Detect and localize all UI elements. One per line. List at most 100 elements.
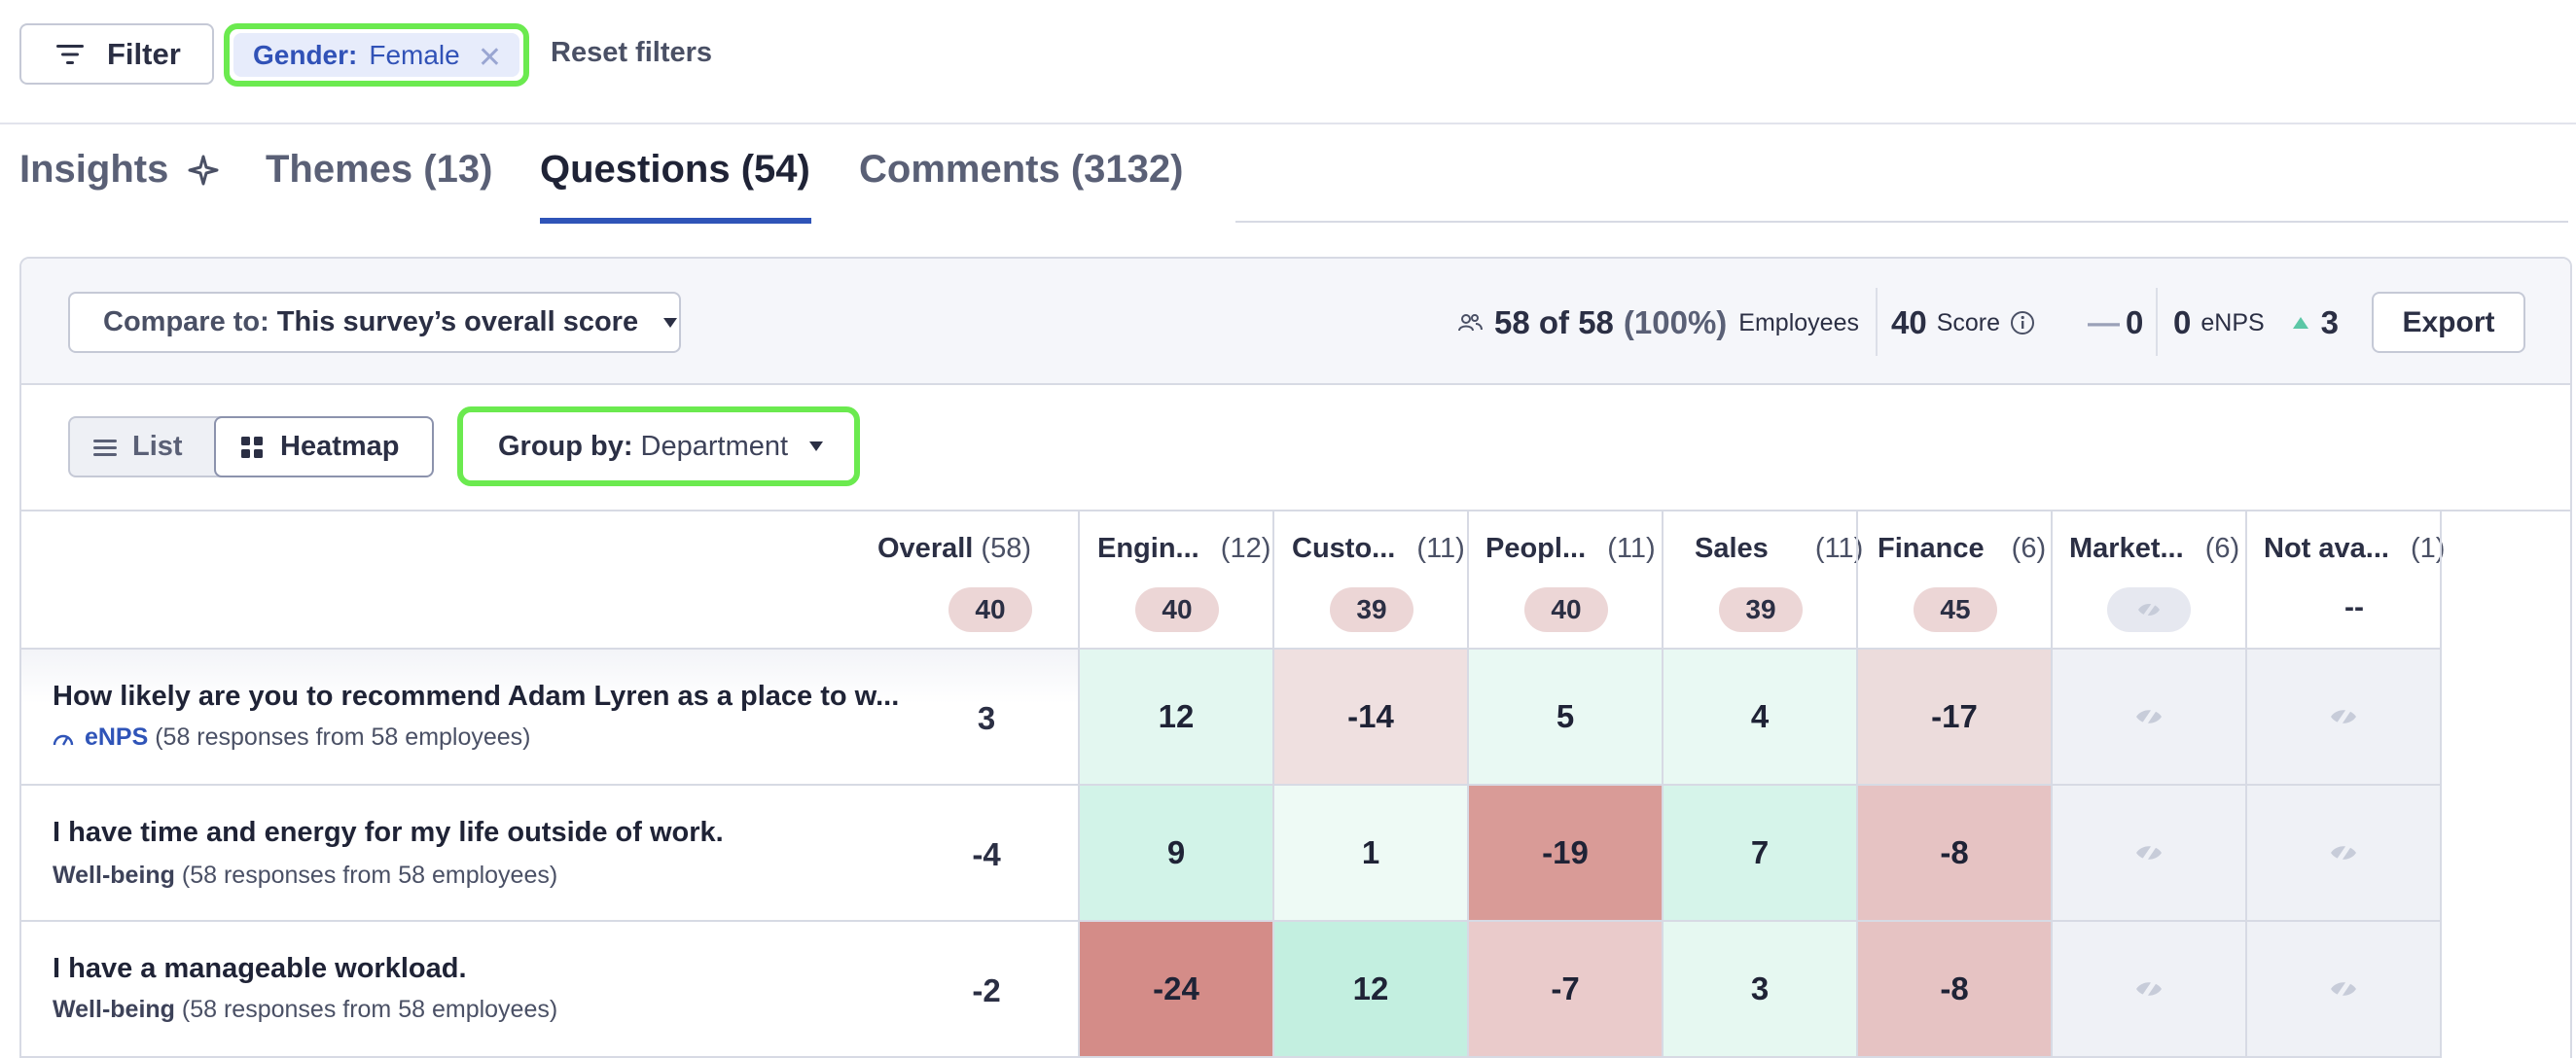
column-header-finance[interactable]: Finance (6): [1878, 533, 2046, 565]
column-name: Market...: [2069, 533, 2184, 564]
question-responses: (58 responses from 58 employees): [181, 862, 558, 889]
heatmap-cell[interactable]: -19: [1469, 786, 1662, 920]
question-text: How likely are you to recommend Adam Lyr…: [53, 681, 900, 712]
overall-value: -2: [972, 972, 1001, 1008]
enps-stat: 0 eNPS 3: [2173, 301, 2339, 344]
sparkle-icon: [188, 155, 219, 186]
question-text: I have a manageable workload.: [53, 953, 467, 984]
gender-filter-chip[interactable]: Gender: Female ✕: [233, 33, 519, 77]
heatmap-cell[interactable]: -14: [1274, 650, 1467, 784]
eye-off-icon: [2331, 840, 2356, 865]
heatmap-cell[interactable]: 4: [1664, 650, 1856, 784]
column-score-pill: 39: [1330, 587, 1413, 632]
chevron-down-icon: [809, 441, 824, 451]
active-tab-indicator: [540, 218, 811, 224]
column-header-people[interactable]: Peopl... (11): [1485, 533, 1656, 565]
heatmap-cell[interactable]: -8: [1858, 922, 2051, 1056]
filter-button-label: Filter: [107, 36, 181, 71]
column-name: Sales: [1695, 533, 1769, 564]
hidden-score-pill: [2107, 587, 2191, 632]
column-count: (11): [1607, 533, 1656, 564]
eye-off-icon: [2331, 976, 2356, 1002]
filter-button[interactable]: Filter: [19, 23, 214, 85]
people-icon: [1458, 314, 1483, 332]
employees-stat: 58 of 58 (100%) Employees: [1457, 301, 1859, 344]
info-icon[interactable]: [2010, 310, 2035, 335]
heatmap-cell[interactable]: 12: [1274, 922, 1467, 1056]
overall-value: 3: [977, 700, 996, 736]
hidden-cell: [2053, 922, 2245, 1056]
heatmap-cell[interactable]: 7: [1664, 786, 1856, 920]
employees-pct: (100%): [1623, 304, 1728, 340]
trend-value: 3: [2320, 304, 2340, 340]
export-button[interactable]: Export: [2372, 292, 2525, 353]
heatmap-cell[interactable]: 5: [1469, 650, 1662, 784]
question-meta: eNPS (58 responses from 58 employees): [53, 723, 531, 752]
column-name: Finance: [1878, 533, 1985, 564]
question-category: Well-being: [53, 862, 175, 889]
heatmap-cell[interactable]: -7: [1469, 922, 1662, 1056]
table-row[interactable]: [21, 650, 1078, 784]
close-icon[interactable]: ✕: [478, 41, 502, 75]
column-count: (6): [2011, 533, 2047, 564]
column-count: (11): [1416, 533, 1465, 564]
eye-off-icon: [2136, 840, 2162, 865]
table-row[interactable]: [21, 786, 1078, 920]
compare-label: Compare to:: [103, 306, 269, 337]
column-name: Not ava...: [2264, 533, 2389, 564]
list-view-label: List: [132, 431, 183, 462]
dash-icon: —: [2088, 304, 2120, 340]
column-header-sales[interactable]: Sales (11): [1695, 533, 1863, 565]
question-text: I have time and energy for my life outsi…: [53, 817, 724, 848]
enps-label: eNPS: [2200, 308, 2265, 336]
filter-icon: [56, 44, 84, 64]
employees-label: Employees: [1738, 308, 1859, 336]
group-by-dropdown[interactable]: Group by: Department: [469, 418, 848, 475]
hidden-cell: [2247, 650, 2440, 784]
hidden-cell: [2053, 650, 2245, 784]
question-category: eNPS: [84, 723, 149, 751]
column-header-not-available[interactable]: Not ava... (1): [2264, 533, 2445, 565]
column-name: Overall: [877, 533, 974, 564]
chip-key: Gender:: [253, 39, 358, 70]
heatmap-cell[interactable]: -24: [1080, 922, 1272, 1056]
column-count: (12): [1220, 533, 1271, 564]
compare-value: This survey’s overall score: [276, 306, 639, 337]
column-score-pill: 40: [1135, 587, 1219, 632]
eye-off-icon: [2136, 704, 2162, 729]
stat-divider: [1876, 288, 1878, 356]
heatmap-view-button[interactable]: Heatmap: [214, 416, 434, 477]
column-score-pill: 45: [1914, 587, 1997, 632]
table-row[interactable]: [21, 922, 1078, 1056]
grid-icon: [241, 436, 263, 458]
tab-themes[interactable]: Themes (13): [266, 148, 492, 192]
tab-insights[interactable]: Insights: [19, 148, 220, 192]
column-header-customer[interactable]: Custo... (11): [1292, 533, 1465, 565]
eye-off-icon: [2138, 599, 2160, 620]
tab-questions[interactable]: Questions (54): [540, 148, 810, 192]
hidden-cell: [2247, 786, 2440, 920]
question-category: Well-being: [53, 996, 175, 1023]
heatmap-cell[interactable]: 9: [1080, 786, 1272, 920]
enps-value: 0: [2173, 304, 2192, 340]
heatmap-cell[interactable]: -17: [1858, 650, 2051, 784]
list-view-button[interactable]: List: [70, 418, 214, 476]
heatmap-cell[interactable]: -8: [1858, 786, 2051, 920]
column-count: (58): [981, 533, 1031, 564]
column-header-overall[interactable]: Overall (58): [877, 533, 1031, 565]
compare-to-dropdown[interactable]: Compare to: This survey’s overall score: [68, 292, 681, 353]
score-label: Score: [1936, 308, 2001, 336]
column-name: Custo...: [1292, 533, 1396, 564]
heatmap-cell[interactable]: 3: [1664, 922, 1856, 1056]
heatmap-cell[interactable]: 1: [1274, 786, 1467, 920]
heatmap-cell[interactable]: 12: [1080, 650, 1272, 784]
tab-comments[interactable]: Comments (3132): [859, 148, 1183, 192]
group-by-label: Group by:: [498, 430, 633, 462]
questions-panel: Compare to: This survey’s overall score …: [19, 257, 2572, 1058]
column-header-marketing[interactable]: Market... (6): [2069, 533, 2239, 565]
reset-filters-link[interactable]: Reset filters: [551, 37, 712, 69]
question-meta: Well-being (58 responses from 58 employe…: [53, 862, 557, 890]
column-score-pill: 39: [1719, 587, 1803, 632]
chip-value: Female: [369, 39, 460, 70]
column-header-engineering[interactable]: Engin... (12): [1097, 533, 1270, 565]
